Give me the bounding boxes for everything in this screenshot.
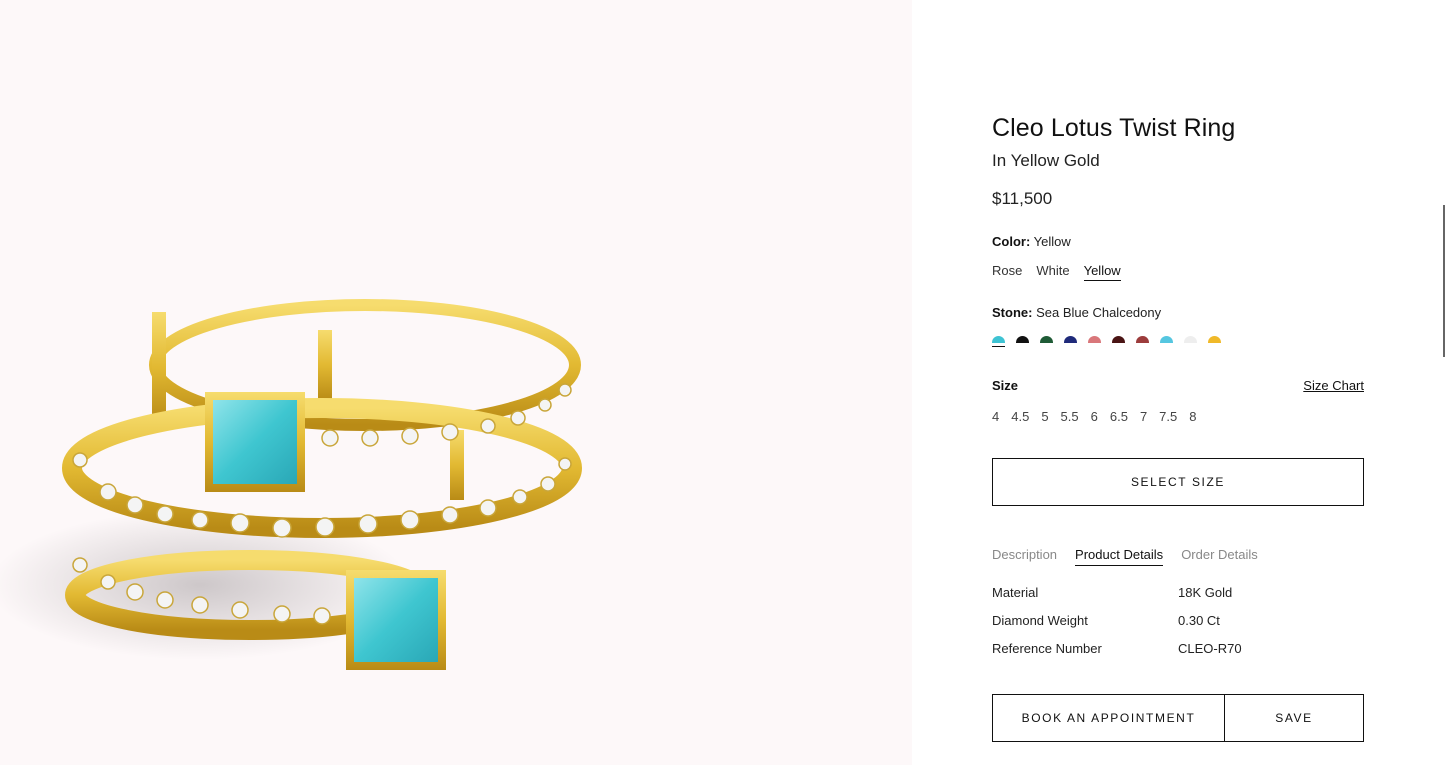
size-option[interactable]: 6.5 [1110, 409, 1128, 424]
stone-swatch[interactable] [1016, 336, 1029, 349]
detail-value: CLEO-R70 [1178, 641, 1242, 656]
stone-swatch[interactable] [1064, 336, 1077, 349]
product-info-panel: Cleo Lotus Twist Ring In Yellow Gold $11… [992, 0, 1364, 765]
color-value: Yellow [1033, 234, 1071, 249]
stone-label-row: Stone: Sea Blue Chalcedony [992, 305, 1161, 320]
size-option[interactable]: 5.5 [1061, 409, 1079, 424]
details-tabs: Description Product Details Order Detail… [992, 547, 1258, 566]
product-image[interactable] [0, 0, 912, 765]
size-option[interactable]: 4 [992, 409, 999, 424]
book-appointment-button[interactable]: BOOK AN APPOINTMENT [992, 694, 1225, 742]
product-price: $11,500 [992, 189, 1053, 208]
size-option[interactable]: 7 [1140, 409, 1147, 424]
detail-value: 18K Gold [1178, 585, 1233, 600]
tab-description[interactable]: Description [992, 547, 1057, 566]
tab-product-details[interactable]: Product Details [1075, 547, 1164, 566]
stone-swatches [992, 336, 1221, 349]
size-option[interactable]: 8 [1189, 409, 1196, 424]
size-chart-link[interactable]: Size Chart [1303, 378, 1364, 393]
stone-value: Sea Blue Chalcedony [1036, 305, 1162, 320]
color-option-rose[interactable]: Rose [992, 263, 1022, 281]
detail-row: Reference Number CLEO-R70 [992, 641, 1364, 669]
detail-row: Diamond Weight 0.30 Ct [992, 613, 1364, 641]
size-label: Size [992, 378, 1019, 393]
detail-key: Material [992, 585, 1039, 600]
product-details-table: Material 18K Gold Diamond Weight 0.30 Ct… [992, 585, 1364, 669]
size-option[interactable]: 4.5 [1011, 409, 1029, 424]
size-header: Size Size Chart [992, 378, 1364, 393]
size-option[interactable]: 7.5 [1159, 409, 1177, 424]
color-option-white[interactable]: White [1036, 263, 1069, 281]
save-button[interactable]: SAVE [1224, 694, 1364, 742]
stone-swatch[interactable] [1040, 336, 1053, 349]
stone-swatch[interactable] [1088, 336, 1101, 349]
detail-key: Reference Number [992, 641, 1102, 656]
stone-swatch[interactable] [1136, 336, 1149, 349]
stone-swatch[interactable] [1112, 336, 1125, 349]
stone-swatch[interactable] [1184, 336, 1197, 349]
detail-row: Material 18K Gold [992, 585, 1364, 613]
color-options: Rose White Yellow [992, 263, 1121, 281]
stone-swatch[interactable] [1208, 336, 1221, 349]
color-option-yellow[interactable]: Yellow [1083, 263, 1121, 281]
select-size-button[interactable]: SELECT SIZE [992, 458, 1364, 506]
stone-swatch[interactable] [992, 336, 1005, 349]
product-subtitle: In Yellow Gold [992, 151, 1100, 170]
ring-illustration [0, 299, 582, 670]
detail-value: 0.30 Ct [1178, 613, 1220, 628]
size-option[interactable]: 6 [1091, 409, 1098, 424]
detail-key: Diamond Weight [992, 613, 1088, 628]
stone-swatch[interactable] [1160, 336, 1173, 349]
product-title: Cleo Lotus Twist Ring [992, 114, 1236, 142]
size-options: 4 4.5 5 5.5 6 6.5 7 7.5 8 [992, 409, 1196, 424]
color-label: Color: [992, 234, 1031, 249]
size-option[interactable]: 5 [1041, 409, 1048, 424]
tab-order-details[interactable]: Order Details [1181, 547, 1258, 566]
color-label-row: Color: Yellow [992, 234, 1071, 249]
stone-label: Stone: [992, 305, 1033, 320]
product-page: Cleo Lotus Twist Ring In Yellow Gold $11… [0, 0, 1445, 765]
